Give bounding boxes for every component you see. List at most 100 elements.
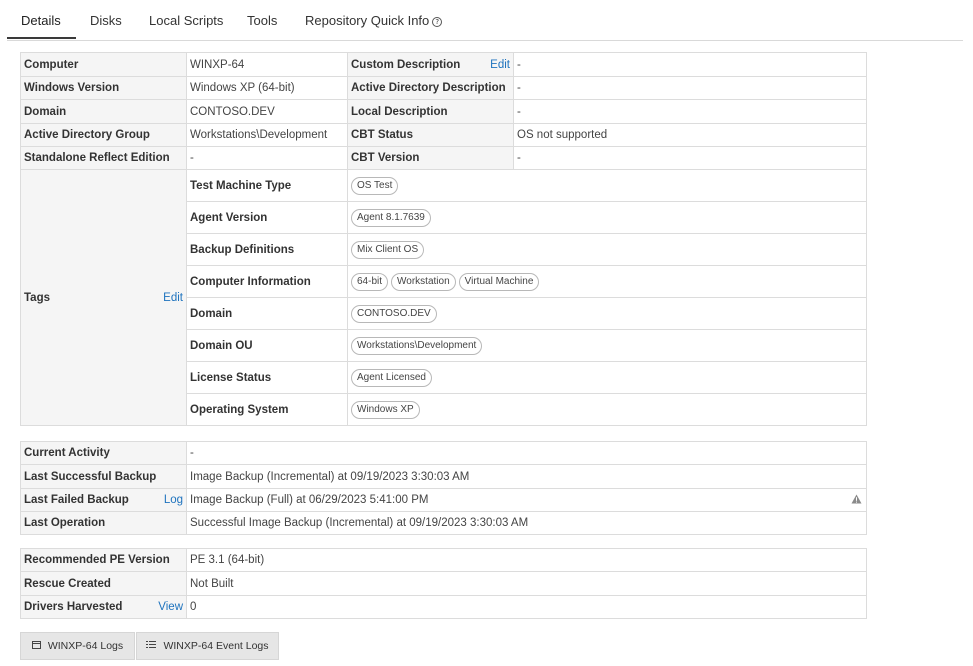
tag-pill[interactable]: CONTOSO.DEV [351, 304, 437, 323]
calendar-icon [31, 640, 41, 652]
table-row: Current Activity - [20, 441, 867, 465]
table-row: Domain CONTOSO.DEV Local Description - [20, 99, 867, 124]
rescue-created-label: Rescue Created [20, 571, 187, 596]
windows-version-label: Windows Version [20, 76, 187, 100]
custom-description-label: Custom Description [351, 58, 461, 71]
tag-pill[interactable]: Windows XP [351, 400, 420, 419]
tag-pill[interactable]: Virtual Machine [458, 272, 540, 291]
drivers-harvested-cell: Drivers Harvested View [20, 595, 187, 619]
tag-values: Agent 8.1.7639 [347, 201, 867, 234]
table-row: Windows Version Windows XP (64-bit) Acti… [20, 76, 867, 100]
cbt-version-value: - [513, 146, 867, 170]
tag-name: Domain OU [186, 329, 348, 362]
last-operation-label: Last Operation [20, 511, 187, 535]
last-failed-backup-label: Last Failed Backup [24, 494, 129, 506]
standalone-edition-value: - [186, 146, 348, 170]
standalone-edition-label: Standalone Reflect Edition [20, 146, 187, 170]
event-logs-button-label: WINXP-64 Event Logs [163, 640, 269, 652]
table-row: Computer WINXP-64 Custom Description Edi… [20, 52, 867, 77]
logs-button[interactable]: WINXP-64 Logs [20, 632, 135, 660]
tag-pill[interactable]: Workstation [391, 272, 456, 291]
tab-disks[interactable]: Disks [90, 13, 122, 28]
drivers-harvested-label: Drivers Harvested [24, 601, 123, 613]
last-failed-backup-value: Image Backup (Full) at 06/29/2023 5:41:0… [190, 494, 429, 506]
custom-description-cell: Custom Description Edit [347, 52, 514, 77]
table-row: Drivers Harvested View 0 [20, 595, 867, 619]
tags-edit-link[interactable]: Edit [163, 292, 183, 304]
tag-values: 64-bit Workstation Virtual Machine [347, 265, 867, 298]
tag-name: Operating System [186, 393, 348, 426]
last-operation-value: Successful Image Backup (Incremental) at… [186, 511, 867, 535]
rescue-table: Recommended PE Version PE 3.1 (64-bit) R… [20, 548, 867, 619]
tag-name: Backup Definitions [186, 233, 348, 266]
computer-label: Computer [20, 52, 187, 77]
ad-description-value: - [513, 76, 867, 100]
windows-version-value: Windows XP (64-bit) [186, 76, 348, 100]
tags-label: Tags [24, 291, 50, 304]
domain-value: CONTOSO.DEV [186, 99, 348, 124]
ad-description-label: Active Directory Description [347, 76, 514, 100]
tag-row: Tags Edit Test Machine Type OS Test [20, 169, 867, 426]
tab-details[interactable]: Details [21, 13, 61, 28]
table-row: Last Successful Backup Image Backup (Inc… [20, 464, 867, 489]
tags-cell: Tags Edit [20, 169, 187, 426]
table-row: Last Failed Backup Log Image Backup (Ful… [20, 488, 867, 512]
cbt-version-label: CBT Version [347, 146, 514, 170]
table-row: Active Directory Group Workstations\Deve… [20, 123, 867, 147]
activity-table: Current Activity - Last Successful Backu… [20, 441, 867, 535]
ad-group-label: Active Directory Group [20, 123, 187, 147]
custom-description-edit-link[interactable]: Edit [490, 59, 510, 71]
table-row: Recommended PE Version PE 3.1 (64-bit) [20, 548, 867, 572]
tag-pill[interactable]: Agent 8.1.7639 [351, 208, 431, 227]
tag-pill[interactable]: Mix Client OS [351, 240, 425, 259]
last-failed-backup-log-link[interactable]: Log [164, 494, 183, 506]
local-description-value: - [513, 99, 867, 124]
domain-label: Domain [20, 99, 187, 124]
tag-values: CONTOSO.DEV [347, 297, 867, 330]
recommended-pe-value: PE 3.1 (64-bit) [186, 548, 867, 572]
tab-repository-quick-info-label: Repository Quick Info [305, 13, 430, 28]
last-successful-backup-label: Last Successful Backup [20, 464, 187, 489]
tag-pill[interactable]: Workstations\Development [351, 336, 483, 355]
tag-values: OS Test [347, 169, 867, 202]
cbt-status-value: OS not supported [513, 123, 867, 147]
tag-name: Computer Information [186, 265, 348, 298]
local-description-label: Local Description [347, 99, 514, 124]
table-row: Last Operation Successful Image Backup (… [20, 511, 867, 535]
table-row: Rescue Created Not Built [20, 571, 867, 596]
tab-bar: Details Disks Local Scripts Tools Reposi… [7, 0, 963, 41]
tag-pill[interactable]: OS Test [351, 176, 399, 195]
tag-name: License Status [186, 361, 348, 394]
details-table: Computer WINXP-64 Custom Description Edi… [20, 52, 867, 426]
tag-pill[interactable]: 64-bit [351, 272, 389, 291]
active-tab-indicator [7, 37, 76, 39]
last-failed-backup-cell: Last Failed Backup Log [20, 488, 187, 512]
current-activity-label: Current Activity [20, 441, 187, 465]
tag-name: Agent Version [186, 201, 348, 234]
drivers-harvested-value: 0 [186, 595, 867, 619]
recommended-pe-label: Recommended PE Version [20, 548, 187, 572]
event-logs-button[interactable]: WINXP-64 Event Logs [136, 632, 279, 660]
tag-name: Test Machine Type [186, 169, 348, 202]
table-row: Standalone Reflect Edition - CBT Version… [20, 146, 867, 170]
rescue-created-value: Not Built [186, 571, 867, 596]
custom-description-value: - [513, 52, 867, 77]
computer-value: WINXP-64 [186, 52, 348, 77]
tag-values: Windows XP [347, 393, 867, 426]
last-failed-backup-cell-value: Image Backup (Full) at 06/29/2023 5:41:0… [186, 488, 867, 512]
tag-values: Agent Licensed [347, 361, 867, 394]
tag-values: Mix Client OS [347, 233, 867, 266]
tag-pill[interactable]: Agent Licensed [351, 368, 432, 387]
drivers-harvested-view-link[interactable]: View [158, 601, 183, 613]
logs-button-label: WINXP-64 Logs [47, 640, 124, 652]
cbt-status-label: CBT Status [347, 123, 514, 147]
tag-values: Workstations\Development [347, 329, 867, 362]
info-circle-icon: ? [432, 17, 443, 27]
current-activity-value: - [186, 441, 867, 465]
tab-repository-quick-info[interactable]: Repository Quick Info? [305, 13, 443, 28]
warning-triangle-icon[interactable] [851, 494, 862, 504]
tab-local-scripts[interactable]: Local Scripts [149, 13, 223, 28]
last-successful-backup-value: Image Backup (Incremental) at 09/19/2023… [186, 464, 867, 489]
list-icon [146, 640, 157, 652]
tab-tools[interactable]: Tools [247, 13, 277, 28]
